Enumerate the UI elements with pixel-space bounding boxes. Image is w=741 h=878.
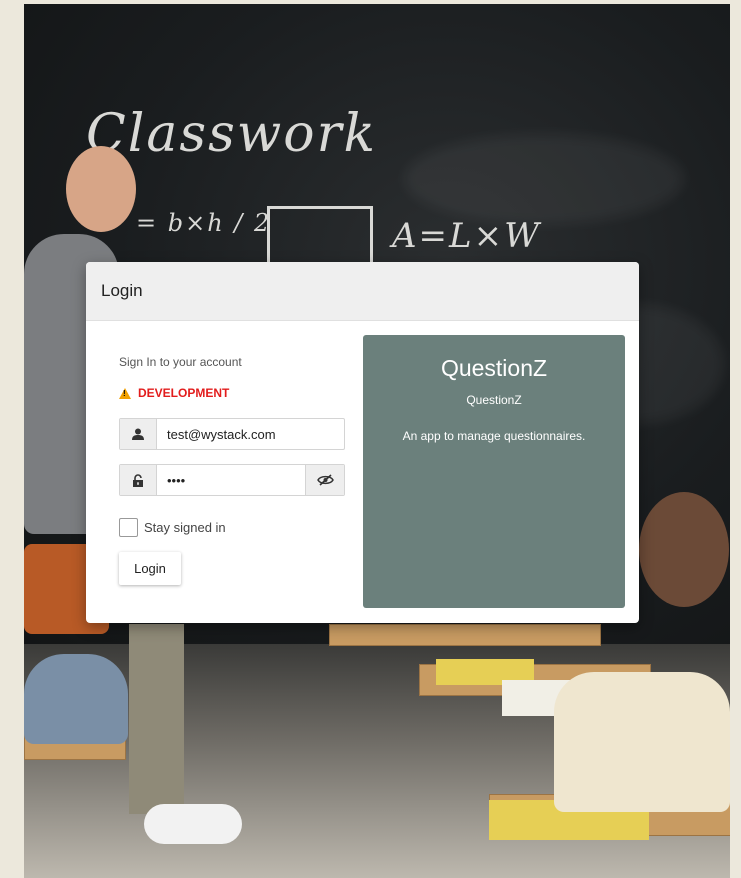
- eye-slash-icon[interactable]: [305, 465, 344, 495]
- student-body: [24, 654, 128, 744]
- teacher-shoe: [144, 804, 242, 844]
- remember-label: Stay signed in: [144, 520, 226, 535]
- app-info-panel: QuestionZ QuestionZ An app to manage que…: [363, 335, 625, 608]
- chalk-formula-2: A=L×W: [392, 216, 542, 256]
- chalk-formula-1: = b×h / 2: [136, 209, 272, 237]
- password-field[interactable]: ••••: [119, 464, 345, 496]
- email-input[interactable]: test@wystack.com: [157, 419, 344, 449]
- student-body: [554, 672, 730, 812]
- remember-me[interactable]: Stay signed in: [119, 518, 345, 537]
- teacher-head: [66, 146, 136, 232]
- lock-icon: [120, 465, 157, 495]
- login-form: Sign In to your account DEVELOPMENT test…: [119, 355, 345, 585]
- email-field[interactable]: test@wystack.com: [119, 418, 345, 450]
- remember-checkbox[interactable]: [119, 518, 138, 537]
- chalk-square: [267, 206, 373, 270]
- environment-label: DEVELOPMENT: [138, 386, 230, 400]
- environment-badge: DEVELOPMENT: [119, 386, 345, 400]
- student-head: [639, 492, 729, 607]
- app-subtitle: QuestionZ: [466, 393, 522, 407]
- app-title: QuestionZ: [440, 355, 548, 381]
- password-input[interactable]: ••••: [157, 465, 305, 495]
- login-button[interactable]: Login: [119, 552, 181, 585]
- signin-caption: Sign In to your account: [119, 355, 242, 369]
- dialog-header: Login: [86, 262, 639, 321]
- teacher-legs: [129, 624, 184, 814]
- app-description: An app to manage questionnaires.: [402, 429, 586, 443]
- user-icon: [120, 419, 157, 449]
- desk: [329, 624, 601, 646]
- warning-icon: [119, 387, 131, 399]
- login-dialog: Login Sign In to your account DEVELOPMEN…: [86, 262, 639, 623]
- chalk-title: Classwork: [86, 104, 377, 164]
- dialog-title: Login: [101, 281, 143, 300]
